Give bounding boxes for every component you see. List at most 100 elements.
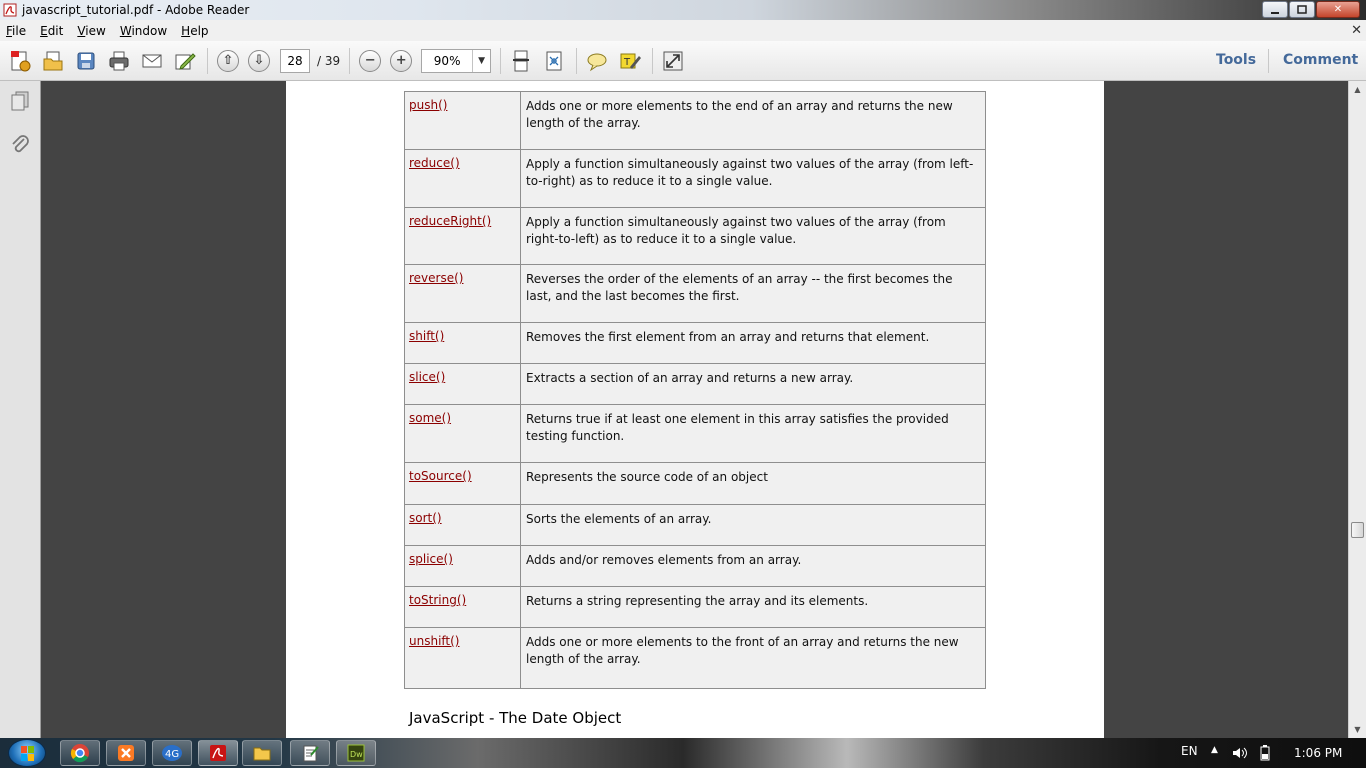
taskbar-dreamweaver[interactable]: Dw — [336, 740, 376, 766]
highlight-button[interactable]: T — [617, 48, 643, 74]
taskbar-notepad[interactable] — [290, 740, 330, 766]
method-name-cell: reduceRight() — [405, 208, 521, 264]
method-link[interactable]: some() — [409, 411, 451, 425]
window-title: javascript_tutorial.pdf - Adobe Reader — [22, 3, 250, 17]
method-name-cell: sort() — [405, 505, 521, 545]
taskbar-adobe-reader[interactable] — [198, 740, 238, 766]
comment-bubble-icon — [587, 53, 607, 71]
zoom-out-button[interactable]: − — [359, 49, 382, 72]
xampp-icon — [118, 745, 134, 761]
toolbar: ⇧ ⇩ 28 / 39 − + 90% ▼ T Tools Comment — [0, 41, 1366, 81]
next-page-button[interactable]: ⇩ — [248, 49, 270, 72]
table-row: slice() Extracts a section of an array an… — [405, 364, 985, 405]
pdf-page: push() Adds one or more elements to the e… — [286, 81, 1104, 738]
email-icon — [142, 54, 162, 67]
method-name-cell: shift() — [405, 323, 521, 363]
attachments-button[interactable] — [9, 133, 31, 155]
method-link[interactable]: reduce() — [409, 156, 460, 170]
taskbar-explorer[interactable] — [242, 740, 282, 766]
method-name-cell: some() — [405, 405, 521, 462]
print-icon — [109, 51, 129, 70]
open-button[interactable] — [40, 48, 66, 74]
previous-page-button[interactable]: ⇧ — [217, 49, 239, 72]
method-link[interactable]: toSource() — [409, 469, 472, 483]
method-link[interactable]: unshift() — [409, 634, 459, 648]
save-button[interactable] — [73, 48, 99, 74]
minimize-button[interactable] — [1262, 1, 1288, 18]
toolbar-separator — [1268, 49, 1269, 73]
table-row: unshift() Adds one or more elements to th… — [405, 628, 985, 688]
maximize-button[interactable] — [1289, 1, 1315, 18]
zoom-value: 90% — [433, 53, 461, 68]
start-button[interactable] — [8, 739, 46, 767]
zoom-in-button[interactable]: + — [390, 49, 413, 72]
folder-icon — [253, 747, 271, 761]
svg-text:Dw: Dw — [350, 750, 363, 759]
print-button[interactable] — [106, 48, 132, 74]
scroll-thumb[interactable] — [1351, 522, 1364, 538]
fit-page-button[interactable] — [541, 48, 567, 74]
taskbar-chrome[interactable] — [60, 740, 100, 766]
arrow-up-icon: ⇧ — [222, 53, 234, 68]
table-row: reverse() Reverses the order of the eleme… — [405, 265, 985, 323]
adobe-reader-icon — [3, 3, 17, 17]
sign-document-icon — [175, 52, 196, 70]
method-link[interactable]: slice() — [409, 370, 445, 384]
page-thumbnails-button[interactable] — [9, 90, 31, 112]
table-row: push() Adds one or more elements to the e… — [405, 92, 985, 150]
toolbar-separator — [500, 47, 502, 74]
language-indicator[interactable]: EN — [1181, 744, 1198, 758]
close-button[interactable]: ✕ — [1316, 1, 1360, 18]
email-button[interactable] — [139, 48, 165, 74]
sign-button[interactable] — [172, 48, 198, 74]
taskbar-4g-app[interactable]: 4G — [152, 740, 192, 766]
scrolling-mode-button[interactable] — [508, 48, 534, 74]
scroll-down-arrow-icon[interactable]: ▼ — [1349, 721, 1366, 738]
method-link[interactable]: reverse() — [409, 271, 463, 285]
chevron-down-icon[interactable]: ▼ — [472, 49, 490, 72]
clock[interactable]: 1:06 PM — [1294, 746, 1342, 760]
vertical-scrollbar[interactable]: ▲ ▼ — [1348, 81, 1366, 738]
windows-logo-icon — [21, 746, 34, 761]
method-name-cell: slice() — [405, 364, 521, 404]
read-mode-button[interactable] — [660, 48, 686, 74]
method-description: Apply a function simultaneously against … — [526, 157, 974, 188]
create-pdf-button[interactable] — [7, 48, 33, 74]
comment-pane-link[interactable]: Comment — [1283, 52, 1358, 68]
table-row: reduce() Apply a function simultaneously … — [405, 150, 985, 208]
sticky-note-button[interactable] — [584, 48, 610, 74]
taskbar-xampp[interactable] — [106, 740, 146, 766]
method-link[interactable]: splice() — [409, 552, 453, 566]
document-viewer[interactable]: push() Adds one or more elements to the e… — [41, 81, 1348, 738]
method-link[interactable]: reduceRight() — [409, 214, 491, 228]
method-link[interactable]: sort() — [409, 511, 442, 525]
method-description: Removes the first element from an array … — [526, 330, 930, 344]
volume-icon[interactable] — [1232, 746, 1248, 760]
scrolling-mode-icon — [513, 50, 530, 71]
method-description: Sorts the elements of an array. — [526, 512, 712, 526]
navigation-pane — [0, 81, 41, 738]
method-link[interactable]: toString() — [409, 593, 466, 607]
table-row: sort() Sorts the elements of an array. — [405, 505, 985, 546]
zoom-select[interactable]: 90% ▼ — [421, 48, 492, 73]
method-link[interactable]: push() — [409, 98, 447, 112]
menu-window[interactable]: Window — [120, 24, 167, 38]
method-link[interactable]: shift() — [409, 329, 444, 343]
battery-icon[interactable] — [1260, 745, 1270, 761]
tools-pane-link[interactable]: Tools — [1216, 52, 1256, 68]
method-name-cell: reduce() — [405, 150, 521, 207]
menu-help[interactable]: Help — [181, 24, 208, 38]
method-description: Adds one or more elements to the front o… — [526, 635, 959, 666]
paperclip-icon — [12, 135, 29, 153]
menu-edit[interactable]: Edit — [40, 24, 63, 38]
table-row: some() Returns true if at least one eleme… — [405, 405, 985, 463]
method-description: Returns true if at least one element in … — [526, 412, 949, 443]
menu-file[interactable]: File — [6, 24, 26, 38]
scroll-up-arrow-icon[interactable]: ▲ — [1349, 81, 1366, 98]
page-number-input[interactable]: 28 — [280, 48, 310, 73]
tray-expand-icon[interactable]: ▲ — [1211, 745, 1218, 755]
menu-view[interactable]: View — [77, 24, 105, 38]
method-description: Adds one or more elements to the end of … — [526, 99, 953, 130]
document-close-icon[interactable]: ✕ — [1351, 23, 1362, 38]
close-icon: ✕ — [1333, 4, 1343, 15]
